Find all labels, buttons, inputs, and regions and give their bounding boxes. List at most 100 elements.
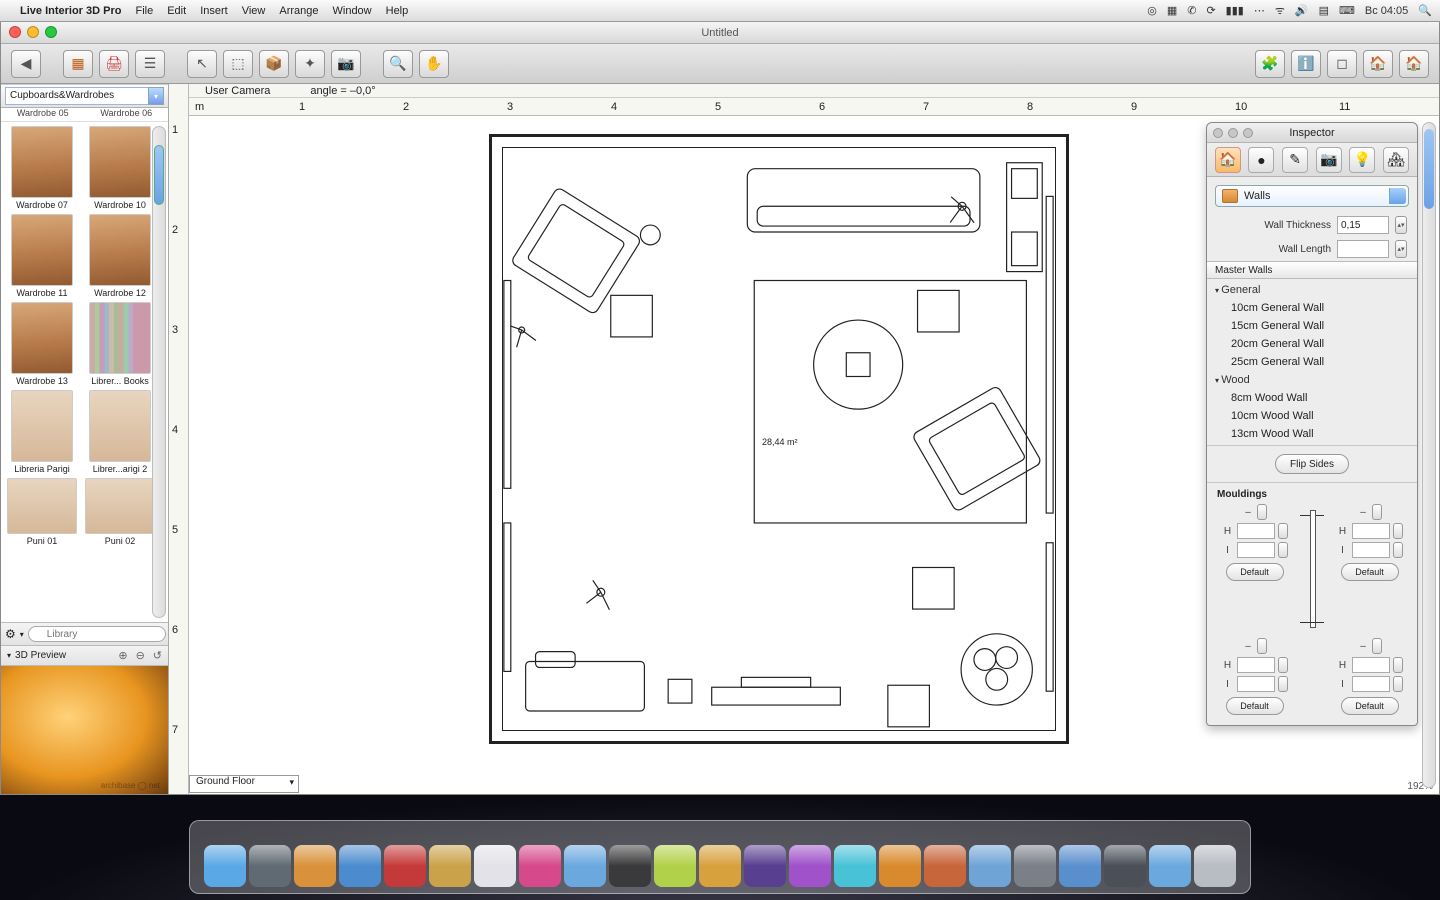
toolbar-ceiling[interactable]: ✦ bbox=[295, 50, 325, 78]
panel-zoom[interactable] bbox=[1243, 128, 1253, 138]
tree-item[interactable]: 20cm General Wall bbox=[1207, 335, 1417, 353]
dock-app[interactable] bbox=[834, 845, 876, 887]
stepper[interactable] bbox=[1393, 542, 1403, 558]
tab-building[interactable]: 🏘 bbox=[1383, 147, 1409, 173]
clock[interactable]: Bc 04:05 bbox=[1365, 5, 1408, 17]
tree-item[interactable]: 8cm Wood Wall bbox=[1207, 389, 1417, 407]
toolbar-floor[interactable]: 📦 bbox=[259, 50, 289, 78]
library-category-select[interactable]: Cupboards&Wardrobes▾ bbox=[1, 84, 168, 108]
tab-edit[interactable]: ✎ bbox=[1282, 147, 1308, 173]
dock-app[interactable] bbox=[339, 845, 381, 887]
stepper[interactable] bbox=[1393, 676, 1403, 692]
menu-arrange[interactable]: Arrange bbox=[279, 5, 318, 17]
tree-item[interactable]: 15cm General Wall bbox=[1207, 317, 1417, 335]
dock-app[interactable] bbox=[204, 845, 246, 887]
tree-group[interactable]: Wood bbox=[1207, 371, 1417, 389]
toolbar-inspector[interactable]: ◻ bbox=[1327, 50, 1357, 78]
tab-materials[interactable]: ● bbox=[1248, 147, 1274, 173]
menu-help[interactable]: Help bbox=[386, 5, 409, 17]
toolbar-library[interactable]: ▦ bbox=[63, 50, 93, 78]
library-item[interactable]: Wardrobe 07 bbox=[5, 126, 79, 210]
tab-light[interactable]: 💡 bbox=[1349, 147, 1375, 173]
toolbar-list[interactable]: ☰ bbox=[135, 50, 165, 78]
dock-app[interactable] bbox=[519, 845, 561, 887]
moulding-input[interactable] bbox=[1352, 676, 1390, 692]
tree-item[interactable]: 10cm General Wall bbox=[1207, 299, 1417, 317]
inspector-section-select[interactable]: Walls bbox=[1215, 185, 1409, 207]
floor-selector[interactable]: Ground Floor bbox=[189, 775, 299, 793]
stepper[interactable] bbox=[1372, 638, 1382, 654]
flip-sides-button[interactable]: Flip Sides bbox=[1275, 454, 1349, 474]
toolbar-print[interactable]: 🖨 bbox=[99, 50, 129, 78]
toolbar-pan[interactable]: ✋ bbox=[419, 50, 449, 78]
moulding-input[interactable] bbox=[1237, 676, 1275, 692]
menu-edit[interactable]: Edit bbox=[167, 5, 186, 17]
toolbar-info[interactable]: ℹ️ bbox=[1291, 50, 1321, 78]
library-search-input[interactable] bbox=[28, 626, 166, 642]
toolbar-select[interactable]: ↖ bbox=[187, 50, 217, 78]
tree-group[interactable]: General bbox=[1207, 281, 1417, 299]
tab-object[interactable]: 🏠 bbox=[1215, 147, 1241, 173]
library-item[interactable]: Wardrobe 12 bbox=[83, 214, 157, 298]
wifi-icon[interactable]: ᯤ bbox=[1275, 3, 1285, 18]
tree-item[interactable]: 25cm General Wall bbox=[1207, 353, 1417, 371]
dock-app[interactable] bbox=[564, 845, 606, 887]
tree-item[interactable]: 13cm Wood Wall bbox=[1207, 425, 1417, 443]
dock-app[interactable] bbox=[789, 845, 831, 887]
length-input[interactable] bbox=[1337, 240, 1389, 258]
dock-app[interactable] bbox=[744, 845, 786, 887]
app-menu[interactable]: Live Interior 3D Pro bbox=[20, 5, 121, 17]
tree-item[interactable]: 10cm Wood Wall bbox=[1207, 407, 1417, 425]
stepper[interactable] bbox=[1257, 638, 1267, 654]
toolbar-extras[interactable]: 🧩 bbox=[1255, 50, 1285, 78]
dock-app[interactable] bbox=[609, 845, 651, 887]
toolbar-camera[interactable]: 📷 bbox=[331, 50, 361, 78]
dock-app[interactable] bbox=[879, 845, 921, 887]
library-item[interactable]: Librer...arigi 2 bbox=[83, 390, 157, 474]
library-settings-icon[interactable]: ⚙ bbox=[5, 627, 16, 641]
stepper[interactable] bbox=[1372, 504, 1382, 520]
input-icon[interactable]: ⌨ bbox=[1339, 4, 1355, 17]
library-item[interactable]: Puni 01 bbox=[5, 478, 79, 546]
sync-icon[interactable]: ⟳ bbox=[1206, 4, 1215, 17]
zoom-reset-icon[interactable]: ↺ bbox=[153, 649, 162, 662]
moulding-input[interactable] bbox=[1237, 657, 1275, 673]
moulding-input[interactable] bbox=[1352, 523, 1390, 539]
menu-window[interactable]: Window bbox=[333, 5, 372, 17]
moulding-input[interactable] bbox=[1237, 542, 1275, 558]
volume-icon[interactable]: 🔊 bbox=[1295, 4, 1309, 17]
stepper[interactable] bbox=[1278, 542, 1288, 558]
dock-app[interactable] bbox=[654, 845, 696, 887]
dock-app[interactable] bbox=[1194, 845, 1236, 887]
menu-insert[interactable]: Insert bbox=[200, 5, 228, 17]
dropdown-icon[interactable]: ▾ bbox=[20, 630, 24, 639]
dock-app[interactable] bbox=[969, 845, 1011, 887]
window-zoom[interactable] bbox=[45, 26, 57, 38]
toolbar-wall[interactable]: ⬚ bbox=[223, 50, 253, 78]
overflow-icon[interactable]: ⋯ bbox=[1254, 4, 1265, 17]
stepper[interactable] bbox=[1393, 523, 1403, 539]
default-button[interactable]: Default bbox=[1226, 563, 1284, 581]
library-item[interactable]: Librer... Books bbox=[83, 302, 157, 386]
dock-app[interactable] bbox=[249, 845, 291, 887]
tab-camera[interactable]: 📷 bbox=[1316, 147, 1342, 173]
stepper[interactable] bbox=[1393, 657, 1403, 673]
menu-file[interactable]: File bbox=[135, 5, 153, 17]
disclosure-icon[interactable]: ▾ bbox=[7, 651, 11, 660]
phone-icon[interactable]: ✆ bbox=[1187, 4, 1196, 17]
library-item[interactable]: Wardrobe 10 bbox=[83, 126, 157, 210]
stepper[interactable] bbox=[1278, 676, 1288, 692]
stepper[interactable] bbox=[1278, 523, 1288, 539]
moulding-input[interactable] bbox=[1352, 657, 1390, 673]
panel-min[interactable] bbox=[1228, 128, 1238, 138]
toolbar-back[interactable]: ◀ bbox=[11, 50, 41, 78]
battery-icon[interactable]: ▮▮▮ bbox=[1226, 4, 1244, 17]
dock-app[interactable] bbox=[1059, 845, 1101, 887]
dock-app[interactable] bbox=[699, 845, 741, 887]
menu-view[interactable]: View bbox=[242, 5, 266, 17]
dock-app[interactable] bbox=[1104, 845, 1146, 887]
window-close[interactable] bbox=[9, 26, 21, 38]
dock-app[interactable] bbox=[384, 845, 426, 887]
floorplan[interactable]: 28,44 m² bbox=[489, 134, 1069, 744]
right-scrollbar[interactable] bbox=[1422, 122, 1436, 788]
